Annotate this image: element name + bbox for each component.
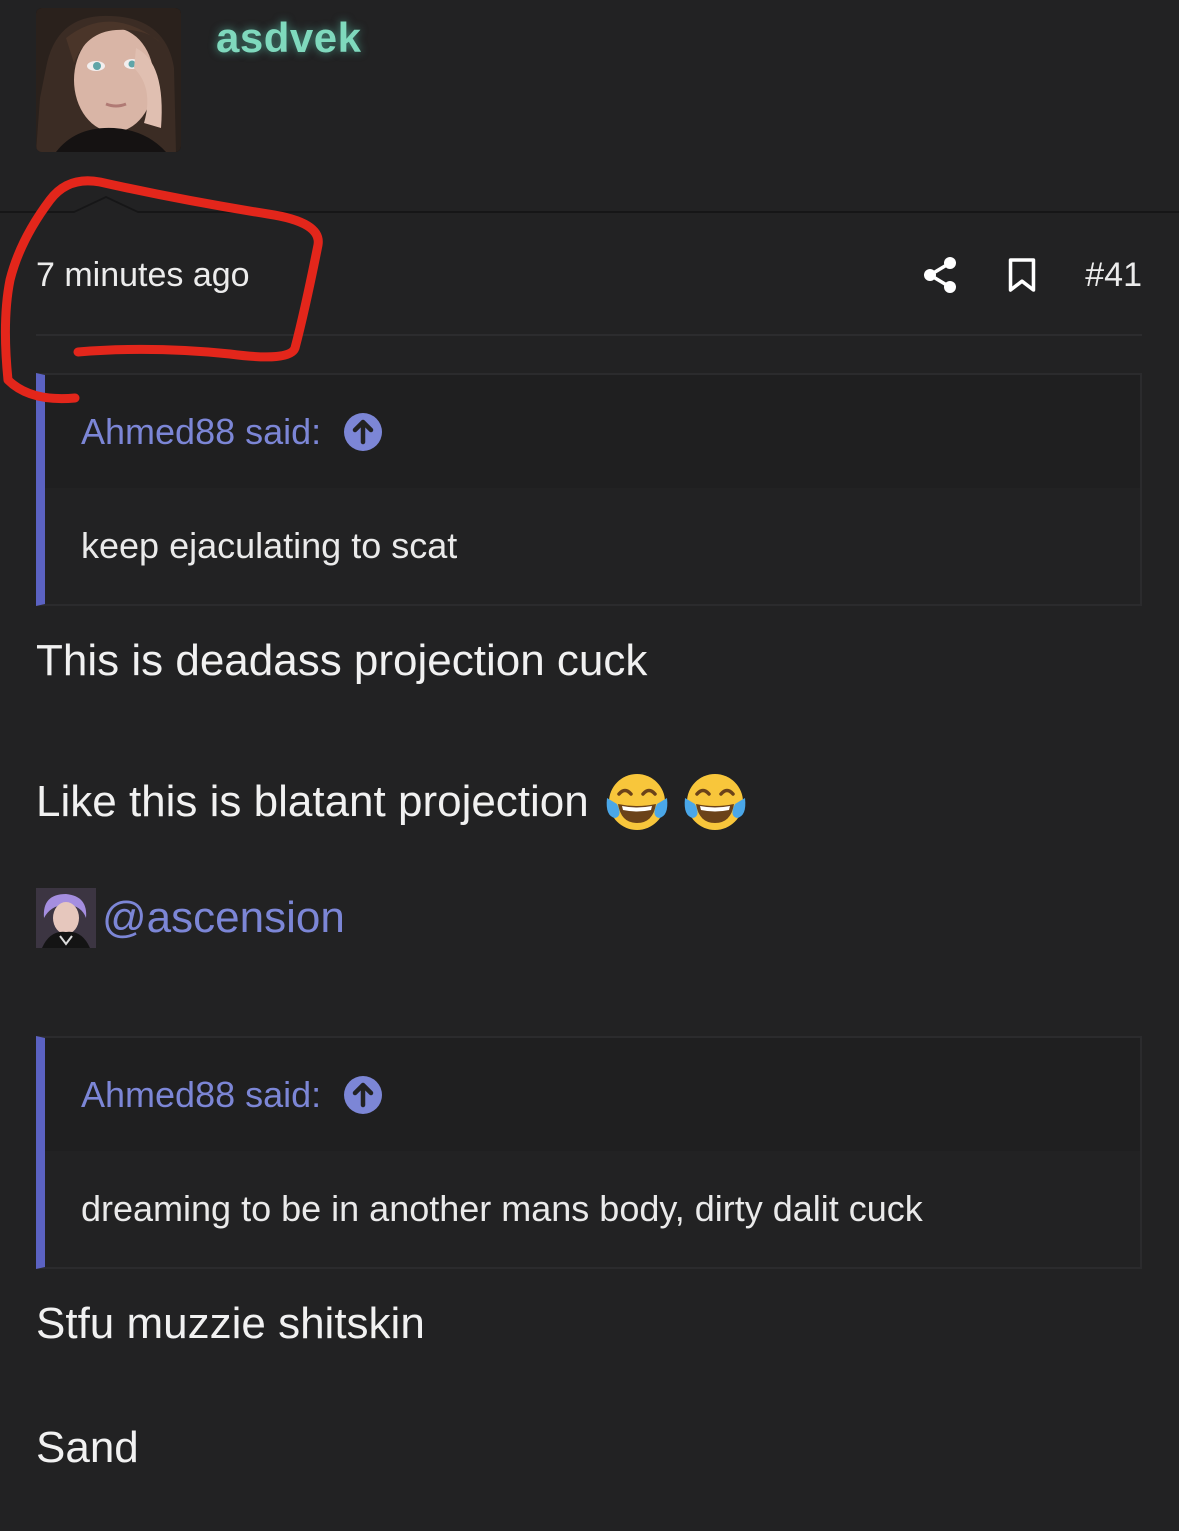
user-mention[interactable]: @ascension: [36, 888, 345, 948]
quote-header[interactable]: Ahmed88 said:: [45, 375, 1140, 488]
share-icon[interactable]: [921, 255, 961, 295]
post-text-line: Stfu muzzie shitskin: [36, 1299, 425, 1348]
quote-header[interactable]: Ahmed88 said:: [45, 1038, 1140, 1151]
quote-text: dreaming to be in another mans body, dir…: [81, 1187, 923, 1229]
quote-block: Ahmed88 said: keep ejaculating to scat: [36, 373, 1142, 606]
post-number-link[interactable]: #41: [1085, 256, 1142, 295]
post-actions: #41: [921, 255, 1142, 295]
quote-text: keep ejaculating to scat: [81, 524, 458, 566]
mention-username[interactable]: @ascension: [102, 893, 345, 943]
quote-author[interactable]: Ahmed88 said:: [81, 1074, 321, 1116]
post-text: Like this is blatant projection: [36, 777, 589, 826]
avatar-photo: [36, 8, 181, 152]
quote-author[interactable]: Ahmed88 said:: [81, 411, 321, 453]
mention-avatar[interactable]: [36, 888, 96, 948]
post-page: asdvek 7 minutes ago #41 Ahmed88 said: k…: [0, 0, 1179, 1531]
user-avatar[interactable]: [36, 8, 181, 152]
post-text-line: Sand: [36, 1423, 139, 1472]
arrow-up-icon[interactable]: [343, 412, 383, 452]
tears-of-joy-emoji-icon: [681, 768, 749, 836]
username[interactable]: asdvek: [216, 14, 361, 62]
quote-block: Ahmed88 said: dreaming to be in another …: [36, 1036, 1142, 1269]
arrow-up-icon[interactable]: [343, 1075, 383, 1115]
post-text-line: This is deadass projection cuck: [36, 636, 648, 685]
tears-of-joy-emoji-icon: [603, 768, 671, 836]
post-meta-row: 7 minutes ago #41: [36, 240, 1142, 310]
divider-notch-fill: [74, 198, 138, 213]
meta-divider: [36, 334, 1142, 336]
post-timestamp[interactable]: 7 minutes ago: [36, 256, 250, 295]
bookmark-icon[interactable]: [1005, 255, 1039, 295]
post-text-line: Like this is blatant projection: [36, 768, 749, 836]
header-divider: [0, 211, 1179, 213]
